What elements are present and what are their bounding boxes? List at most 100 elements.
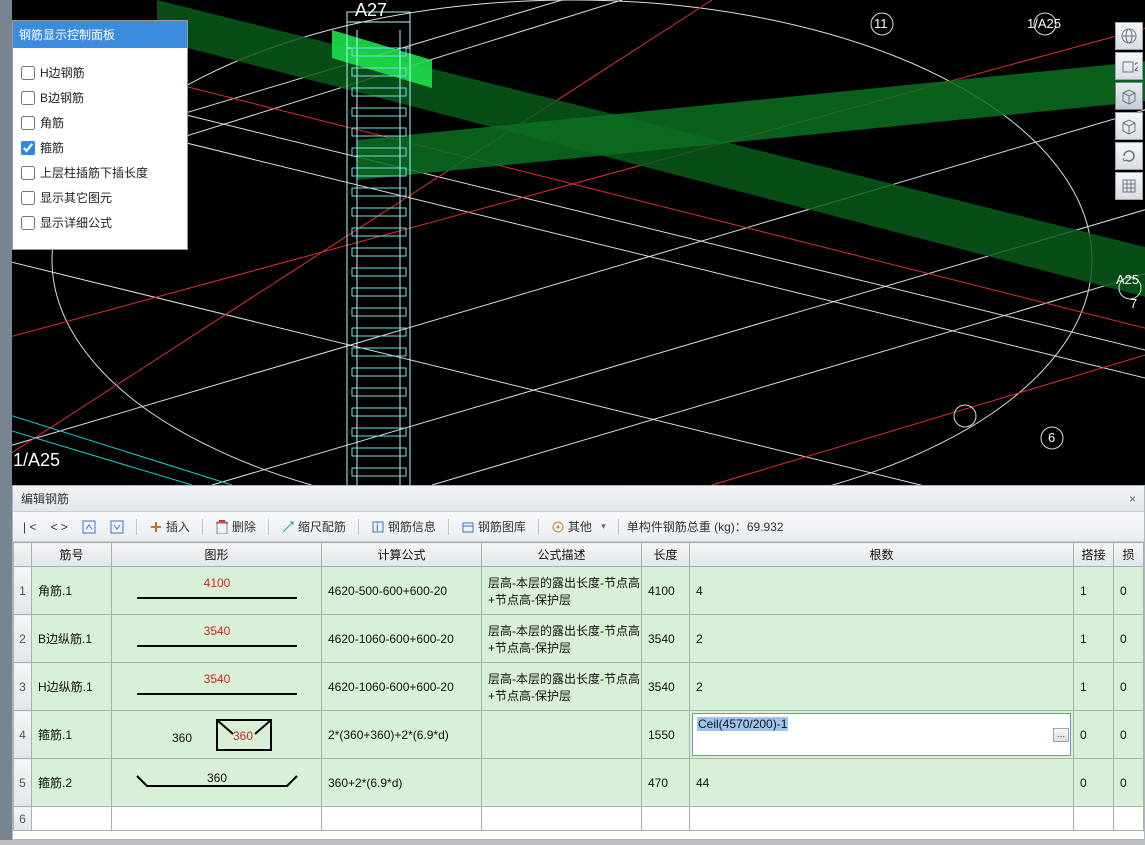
panel-checkbox[interactable] xyxy=(21,91,35,105)
rebar-table: 筋号 图形 计算公式 公式描述 长度 根数 搭接 损 1角筋.141004620… xyxy=(13,542,1144,831)
cell-shape[interactable]: 4100 xyxy=(112,567,322,615)
table-row[interactable]: 2B边纵筋.135404620-1060-600+600-20层高-本层的露出长… xyxy=(14,615,1144,663)
cell-jinhao[interactable]: 箍筋.2 xyxy=(32,759,112,807)
panel-option-5[interactable]: 显示其它图元 xyxy=(19,185,181,210)
table-row[interactable]: 4箍筋.1 360 360 2*(360+360)+2*(6.9*d)1550C… xyxy=(14,711,1144,759)
view-tools: 20 xyxy=(1115,22,1145,200)
cell-desc[interactable] xyxy=(482,711,642,759)
cell-shape[interactable]: 360 360 xyxy=(112,711,322,759)
nav-up-button[interactable] xyxy=(78,518,100,536)
cell-genshu[interactable]: 44 xyxy=(690,759,1074,807)
svg-text:4100: 4100 xyxy=(203,576,230,590)
panel-checkbox[interactable] xyxy=(21,116,35,130)
info-button[interactable]: i钢筋信息 xyxy=(367,516,440,537)
table-row-blank[interactable]: 6 xyxy=(14,807,1144,831)
panel-option-label: 箍筋 xyxy=(40,139,64,156)
nav-down-button[interactable] xyxy=(106,518,128,536)
cell-jinhao[interactable]: 角筋.1 xyxy=(32,567,112,615)
cell-desc[interactable]: 层高-本层的露出长度-节点高+节点高-保护层 xyxy=(482,567,642,615)
panel-option-0[interactable]: H边钢筋 xyxy=(19,60,181,85)
cell-length[interactable]: 3540 xyxy=(642,615,690,663)
cell-formula[interactable]: 2*(360+360)+2*(6.9*d) xyxy=(322,711,482,759)
table-row[interactable]: 5箍筋.2 360 360+2*(6.9*d)4704400 xyxy=(14,759,1144,807)
cell-shape[interactable]: 3540 xyxy=(112,615,322,663)
cell-formula[interactable]: 360+2*(6.9*d) xyxy=(322,759,482,807)
cell-desc[interactable]: 层高-本层的露出长度-节点高+节点高-保护层 xyxy=(482,663,642,711)
cell-dajie[interactable]: 0 xyxy=(1074,711,1114,759)
cell-formula[interactable]: 4620-1060-600+600-20 xyxy=(322,663,482,711)
panel-option-label: 上层柱插筋下插长度 xyxy=(40,164,148,181)
cell-formula[interactable]: 4620-1060-600+600-20 xyxy=(322,615,482,663)
edit-rebar-panel: 编辑钢筋 × | < < > 插入 删除 缩尺配筋 i钢筋信息 钢筋图库 其他 … xyxy=(12,485,1145,840)
col-dajie[interactable]: 搭接 xyxy=(1074,543,1114,567)
scale-button[interactable]: 缩尺配筋 xyxy=(277,516,350,537)
genshu-edit-cell[interactable]: Ceil(4570/200)-1... xyxy=(690,711,1073,758)
table-row[interactable]: 1角筋.141004620-500-600+600-20层高-本层的露出长度-节… xyxy=(14,567,1144,615)
grid-icon[interactable] xyxy=(1115,172,1143,200)
panel-option-4[interactable]: 上层柱插筋下插长度 xyxy=(19,160,181,185)
col-genshu[interactable]: 根数 xyxy=(690,543,1074,567)
cube-20-icon[interactable]: 20 xyxy=(1115,52,1143,80)
insert-button[interactable]: 插入 xyxy=(145,516,194,537)
panel-checkbox[interactable] xyxy=(21,141,35,155)
cell-formula[interactable]: 4620-500-600+600-20 xyxy=(322,567,482,615)
panel-option-6[interactable]: 显示详细公式 xyxy=(19,210,181,235)
edit-toolbar: | < < > 插入 删除 缩尺配筋 i钢筋信息 钢筋图库 其他 ▾ 单构件钢筋… xyxy=(13,512,1144,542)
cell-genshu[interactable]: 2 xyxy=(690,615,1074,663)
cube-wire-icon[interactable] xyxy=(1115,112,1143,140)
cell-shape[interactable]: 360 xyxy=(112,759,322,807)
refresh-icon[interactable] xyxy=(1115,142,1143,170)
panel-option-2[interactable]: 角筋 xyxy=(19,110,181,135)
cell-sun[interactable]: 0 xyxy=(1114,615,1144,663)
delete-button[interactable]: 删除 xyxy=(211,516,260,537)
cell-genshu[interactable]: 2 xyxy=(690,663,1074,711)
cell-length[interactable]: 3540 xyxy=(642,663,690,711)
panel-option-label: H边钢筋 xyxy=(40,64,85,81)
col-changdu[interactable]: 长度 xyxy=(642,543,690,567)
cell-dajie[interactable]: 1 xyxy=(1074,663,1114,711)
nav-prev-next-button[interactable]: < > xyxy=(46,518,71,536)
ellipsis-button[interactable]: ... xyxy=(1053,728,1069,742)
panel-checkbox[interactable] xyxy=(21,66,35,80)
panel-checkbox[interactable] xyxy=(21,191,35,205)
svg-text:360: 360 xyxy=(232,729,252,743)
col-miaoshu[interactable]: 公式描述 xyxy=(482,543,642,567)
cell-dajie[interactable]: 1 xyxy=(1074,615,1114,663)
cell-dajie[interactable]: 1 xyxy=(1074,567,1114,615)
col-jinhao[interactable]: 筋号 xyxy=(32,543,112,567)
svg-text:360: 360 xyxy=(206,771,226,785)
panel-option-1[interactable]: B边钢筋 xyxy=(19,85,181,110)
library-button[interactable]: 钢筋图库 xyxy=(457,516,530,537)
col-sun[interactable]: 损 xyxy=(1114,543,1144,567)
panel-option-3[interactable]: 箍筋 xyxy=(19,135,181,160)
cell-dajie[interactable]: 0 xyxy=(1074,759,1114,807)
table-row[interactable]: 3H边纵筋.135404620-1060-600+600-20层高-本层的露出长… xyxy=(14,663,1144,711)
panel-option-label: 显示其它图元 xyxy=(40,189,112,206)
cell-desc[interactable] xyxy=(482,759,642,807)
cell-sun[interactable]: 0 xyxy=(1114,759,1144,807)
cell-sun[interactable]: 0 xyxy=(1114,567,1144,615)
col-gongshi[interactable]: 计算公式 xyxy=(322,543,482,567)
col-tuxing[interactable]: 图形 xyxy=(112,543,322,567)
cube-icon[interactable] xyxy=(1115,82,1143,110)
cell-length[interactable]: 1550 xyxy=(642,711,690,759)
panel-checkbox[interactable] xyxy=(21,166,35,180)
panel-checkbox[interactable] xyxy=(21,216,35,230)
cell-sun[interactable]: 0 xyxy=(1114,711,1144,759)
svg-text:20: 20 xyxy=(1134,60,1138,74)
cell-jinhao[interactable]: 箍筋.1 xyxy=(32,711,112,759)
nav-first-button[interactable]: | < xyxy=(19,518,40,536)
row-number: 1 xyxy=(14,567,32,615)
close-icon[interactable]: × xyxy=(1129,492,1136,506)
cell-shape[interactable]: 3540 xyxy=(112,663,322,711)
cell-jinhao[interactable]: B边纵筋.1 xyxy=(32,615,112,663)
svg-text:360: 360 xyxy=(171,731,191,745)
cell-desc[interactable]: 层高-本层的露出长度-节点高+节点高-保护层 xyxy=(482,615,642,663)
other-dropdown[interactable]: 其他 ▾ xyxy=(547,516,610,537)
cell-length[interactable]: 4100 xyxy=(642,567,690,615)
cell-jinhao[interactable]: H边纵筋.1 xyxy=(32,663,112,711)
cell-sun[interactable]: 0 xyxy=(1114,663,1144,711)
cell-genshu[interactable]: 4 xyxy=(690,567,1074,615)
globe-icon[interactable] xyxy=(1115,22,1143,50)
cell-length[interactable]: 470 xyxy=(642,759,690,807)
